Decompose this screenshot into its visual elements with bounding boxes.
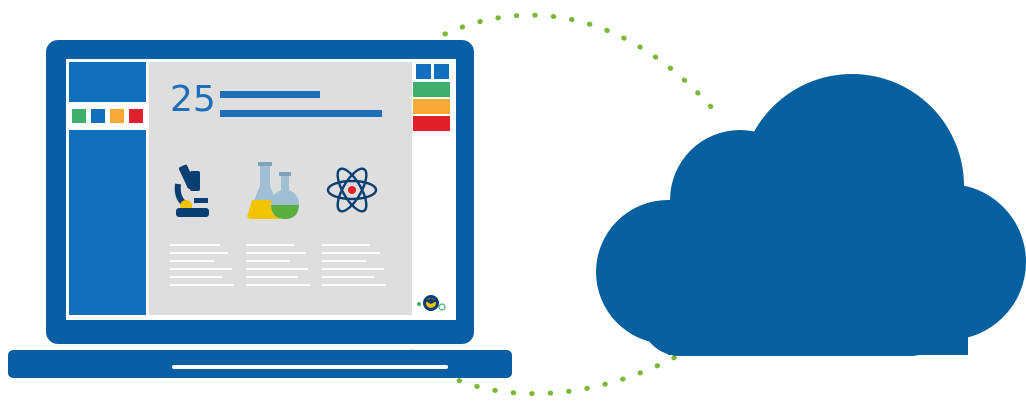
sidebar-panel [69, 130, 146, 315]
tile-orange [110, 109, 124, 123]
right-bar-green [413, 82, 450, 97]
laptop-trackpad-line [172, 365, 448, 369]
laptop-base [8, 350, 512, 378]
cloud-icon [596, 74, 1026, 356]
header-bar-long [220, 110, 382, 117]
tile-red [129, 109, 143, 123]
header-bar-short [220, 91, 320, 98]
tile-green [72, 109, 86, 123]
stat-number: 25 [170, 79, 216, 120]
right-tile-blue-2 [434, 64, 449, 79]
right-tile-blue-1 [416, 64, 431, 79]
laptop-cloud-illustration [8, 12, 1026, 397]
tile-blue [91, 109, 105, 123]
right-bar-orange [413, 99, 450, 114]
right-bar-red [413, 116, 450, 131]
sidebar-top-panel [69, 62, 146, 102]
